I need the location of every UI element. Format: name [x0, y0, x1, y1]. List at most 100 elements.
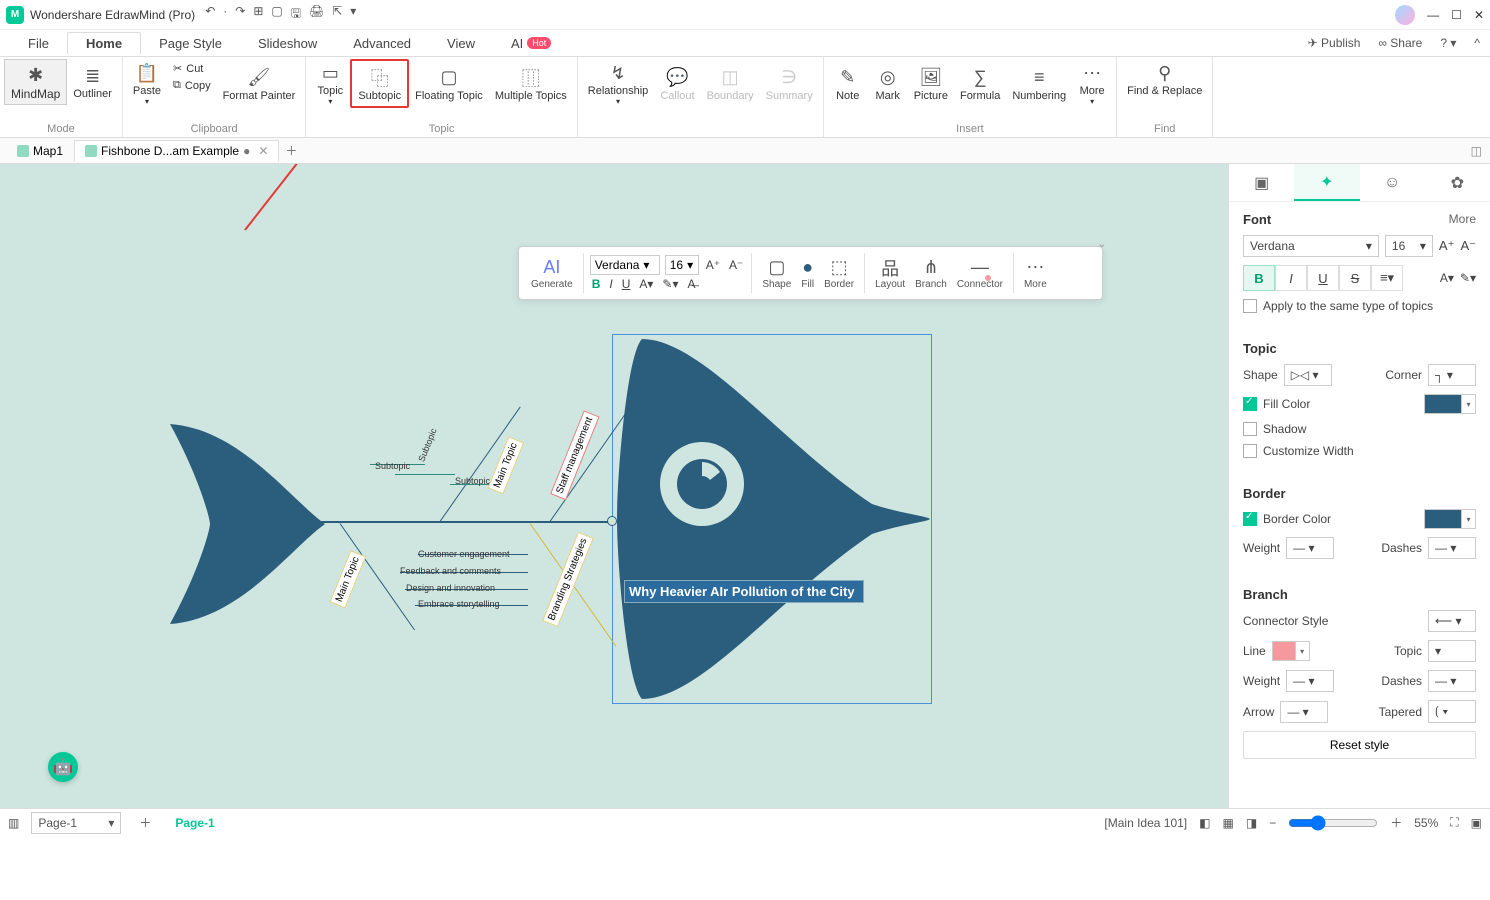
menu-ai[interactable]: AIHot [493, 33, 569, 54]
shadow-checkbox[interactable] [1243, 422, 1257, 436]
highlight-button[interactable]: ✎▾ [1460, 271, 1476, 285]
fit-icon[interactable]: ⛶ [1450, 815, 1458, 830]
collapse-ribbon-icon[interactable]: ^ [1474, 36, 1480, 50]
highlight-button[interactable]: ✎▾ [660, 277, 680, 291]
bold-button[interactable]: B [1243, 265, 1275, 291]
publish-button[interactable]: ✈ Publish [1308, 36, 1361, 50]
italic-button[interactable]: I [607, 277, 614, 291]
outline-icon[interactable]: ▥ [8, 816, 19, 830]
undo-icon[interactable]: ↶ [205, 4, 215, 25]
shape-select[interactable]: ▷◁ ▾ [1284, 364, 1332, 386]
panel-tab-object[interactable]: ▣ [1229, 164, 1294, 201]
multiple-topics-button[interactable]: ⿲Multiple Topics [489, 59, 573, 108]
subtopic-label[interactable]: Customer engagement [418, 549, 510, 559]
menu-view[interactable]: View [429, 33, 493, 54]
menu-home[interactable]: Home [67, 32, 141, 54]
menu-slideshow[interactable]: Slideshow [240, 33, 335, 54]
mindmap-mode-button[interactable]: ✱MindMap [4, 59, 67, 105]
line-color-swatch[interactable]: ▾ [1272, 641, 1310, 661]
more-insert-button[interactable]: ⋯More▾ [1072, 59, 1112, 108]
format-painter-button[interactable]: 🖌Format Painter [217, 59, 302, 108]
fontcolor-button[interactable]: A▾ [637, 277, 655, 291]
connector-style-select[interactable]: ⟵ ▾ [1428, 610, 1476, 632]
subtopic-label[interactable]: Subtopic [416, 427, 438, 463]
panel-tab-style[interactable]: ✦ [1294, 164, 1359, 201]
help-icon[interactable]: ? ▾ [1440, 36, 1456, 50]
redo-icon[interactable]: ↷ [235, 4, 245, 25]
view-icon-2[interactable]: ▦ [1223, 816, 1234, 830]
cut-button[interactable]: ✂Cut [169, 61, 215, 76]
canvas[interactable]: AIGenerate Verdana ▾ 16 ▾ A⁺ A⁻ B I U A▾… [0, 164, 1228, 808]
note-button[interactable]: ✎Note [828, 59, 868, 108]
apply-same-checkbox[interactable] [1243, 299, 1257, 313]
save-icon[interactable]: 🖫 [291, 4, 301, 25]
branch-weight-select[interactable]: — ▾ [1286, 670, 1334, 692]
relationship-button[interactable]: ↯Relationship▾ [582, 59, 655, 108]
menu-file[interactable]: File [10, 33, 67, 54]
bordercolor-swatch[interactable]: ▾ [1424, 509, 1476, 529]
border-button[interactable]: ⬚Border [820, 257, 858, 290]
page-tab[interactable]: Page-1 [169, 814, 220, 832]
clear-format-button[interactable]: A̶ [686, 277, 698, 291]
strike-button[interactable]: S [1339, 265, 1371, 291]
branch-topic-select[interactable]: ▾ [1428, 640, 1476, 662]
panel-tab-emoji[interactable]: ☺ [1360, 164, 1425, 201]
minimize-icon[interactable]: — [1427, 8, 1439, 22]
align-button[interactable]: ≡▾ [1371, 265, 1403, 291]
branch-label[interactable]: Main Topic [330, 551, 367, 609]
tab-fishbone[interactable]: Fishbone D...am Example●✕ [74, 140, 279, 162]
copy-button[interactable]: ⧉Copy [169, 78, 215, 93]
subtopic-label[interactable]: Embrace storytelling [418, 599, 500, 609]
summary-button[interactable]: ∋Summary [760, 59, 819, 108]
layout-button[interactable]: 品Layout [871, 257, 909, 290]
collapse-toolbar-icon[interactable]: ⌄ [1098, 239, 1106, 250]
connector-button[interactable]: —Connector [953, 257, 1007, 290]
menu-advanced[interactable]: Advanced [335, 33, 429, 54]
italic-button[interactable]: I [1275, 265, 1307, 291]
zoom-slider[interactable] [1288, 815, 1378, 831]
subtopic-label[interactable]: Subtopic [375, 461, 410, 471]
zoom-out-button[interactable]: − [1269, 816, 1276, 830]
export-icon[interactable]: ⇱ [332, 4, 342, 25]
subtopic-label[interactable]: Design and innovation [406, 583, 495, 593]
bold-button[interactable]: B [590, 277, 603, 291]
tab-map1[interactable]: Map1 [6, 140, 74, 162]
grow-font-icon[interactable]: A⁺ [1439, 238, 1455, 254]
reset-style-button[interactable]: Reset style [1243, 731, 1476, 759]
branch-dashes-select[interactable]: — ▾ [1428, 670, 1476, 692]
corner-select[interactable]: ┐ ▾ [1428, 364, 1476, 386]
grow-font-icon[interactable]: A⁺ [704, 258, 722, 272]
fillcolor-checkbox[interactable] [1243, 397, 1257, 411]
shrink-font-icon[interactable]: A⁻ [727, 258, 745, 272]
branch-button[interactable]: ⋔Branch [911, 257, 951, 290]
add-page-button[interactable]: ＋ [133, 812, 157, 833]
share-button[interactable]: ∞ Share [1378, 36, 1422, 50]
bordercolor-checkbox[interactable] [1243, 512, 1257, 526]
panel-tab-clipart[interactable]: ✿ [1425, 164, 1490, 201]
topic-button[interactable]: ▭Topic▾ [310, 59, 350, 108]
border-weight-select[interactable]: — ▾ [1286, 537, 1334, 559]
arrow-select[interactable]: — ▾ [1280, 701, 1328, 723]
size-select[interactable]: 16 ▾ [665, 255, 699, 275]
split-view-icon[interactable]: ◫ [1463, 144, 1490, 158]
mark-button[interactable]: ◎Mark [868, 59, 908, 108]
find-replace-button[interactable]: ⚲Find & Replace [1121, 59, 1208, 99]
open-icon[interactable]: ▢ [271, 4, 282, 25]
new-icon[interactable]: ⊞ [253, 4, 263, 25]
page-select[interactable]: Page-1▾ [31, 812, 121, 834]
main-idea-text[interactable]: Why Heavier AIr Pollution of the City [624, 580, 864, 603]
font-family-select[interactable]: Verdana▾ [1243, 235, 1379, 257]
close-tab-icon[interactable]: ✕ [258, 144, 268, 158]
fullscreen-icon[interactable]: ▣ [1471, 816, 1482, 830]
ai-generate-button[interactable]: AIGenerate [527, 257, 577, 290]
boundary-button[interactable]: ◫Boundary [701, 59, 760, 108]
font-size-select[interactable]: 16▾ [1385, 235, 1433, 257]
fillcolor-swatch[interactable]: ▾ [1424, 394, 1476, 414]
chatbot-button[interactable]: 🤖 [48, 752, 78, 782]
underline-button[interactable]: U [1307, 265, 1339, 291]
paste-button[interactable]: 📋Paste▾ [127, 59, 167, 108]
more-float-button[interactable]: ⋯More [1020, 257, 1051, 290]
subtopic-label[interactable]: Subtopic [455, 476, 490, 486]
zoom-in-button[interactable]: ＋ [1390, 814, 1402, 831]
outliner-mode-button[interactable]: ≣Outliner [67, 59, 118, 105]
